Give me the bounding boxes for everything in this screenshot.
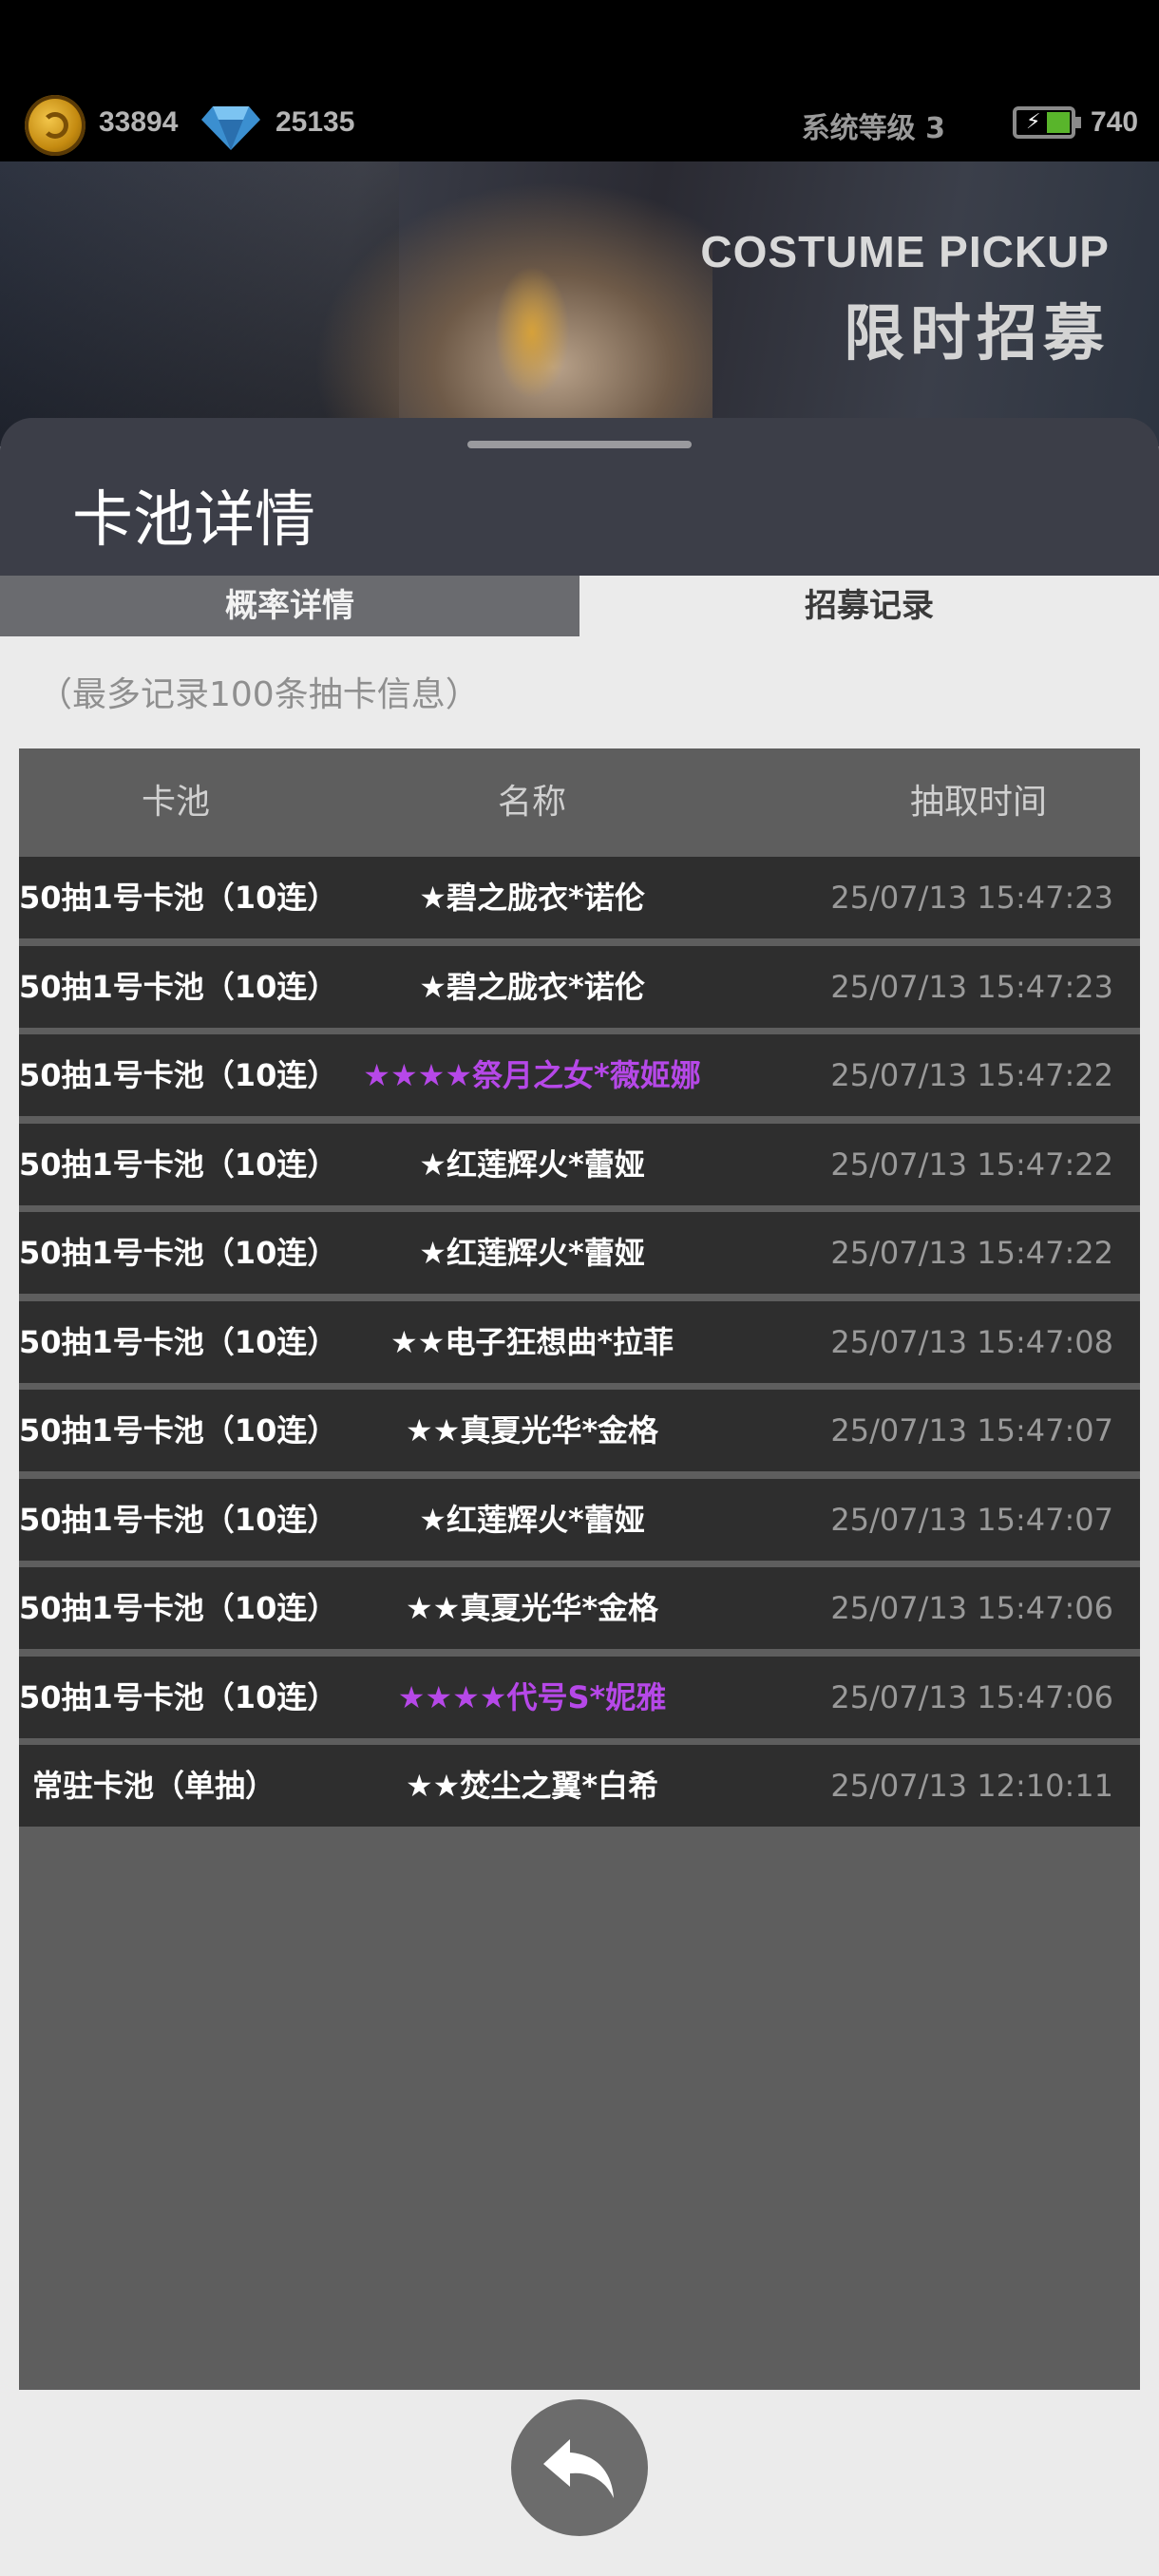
row-name: ★★★★祭月之女*薇姬娜 <box>363 1057 701 1093</box>
row-name: ★★★★代号S*妮雅 <box>397 1678 667 1715</box>
row-name: ★★真夏光华*金格 <box>405 1412 659 1449</box>
row-pool: 50抽1号卡池（10连） <box>19 968 338 1005</box>
row-time: 25/07/13 15:47:23 <box>830 968 1113 1005</box>
row-name: ★★真夏光华*金格 <box>405 1590 659 1626</box>
banner-title-cn: 限时招募 <box>844 299 1110 369</box>
table-row: 常驻卡池（单抽） ★★焚尘之翼*白希 25/07/13 12:10:11 <box>19 1745 1140 1827</box>
row-time: 25/07/13 15:47:07 <box>830 1501 1113 1538</box>
row-time: 25/07/13 12:10:11 <box>830 1768 1113 1804</box>
row-time: 25/07/13 15:47:07 <box>830 1412 1113 1449</box>
table-row: 50抽1号卡池（10连） ★红莲辉火*蕾娅 25/07/13 15:47:22 <box>19 1123 1140 1205</box>
records-table: 卡池 名称 抽取时间 50抽1号卡池（10连） ★碧之胧衣*诺伦 25/07/13 … <box>19 748 1140 2390</box>
header-time: 抽取时间 <box>909 783 1047 822</box>
row-name: ★碧之胧衣*诺伦 <box>419 880 645 916</box>
header-pool: 卡池 <box>141 783 210 822</box>
row-name: ★红莲辉火*蕾娅 <box>419 1146 645 1183</box>
table-row: 50抽1号卡池（10连） ★★★★代号S*妮雅 25/07/13 15:47:06 <box>19 1656 1140 1738</box>
row-name: ★红莲辉火*蕾娅 <box>419 1501 645 1538</box>
row-time: 25/07/13 15:47:08 <box>830 1323 1113 1360</box>
gem-icon <box>201 106 260 150</box>
row-time: 25/07/13 15:47:23 <box>830 880 1113 916</box>
row-pool: 50抽1号卡池（10连） <box>19 1678 338 1715</box>
row-pool: 50抽1号卡池（10连） <box>19 1501 338 1538</box>
row-name: ★碧之胧衣*诺伦 <box>419 968 645 1005</box>
drag-handle[interactable] <box>467 441 692 448</box>
coin-count: 33894 <box>99 106 179 138</box>
table-row: 50抽1号卡池（10连） ★★★★祭月之女*薇姬娜 25/07/13 15:47:2… <box>19 1034 1140 1116</box>
banner-glow <box>494 266 570 399</box>
system-level: 系统等级 3 <box>801 112 945 145</box>
tab-records[interactable]: 招募记录 <box>580 576 1159 636</box>
gem-count: 25135 <box>276 106 355 138</box>
row-time: 25/07/13 15:47:22 <box>830 1057 1113 1093</box>
record-limit-hint: （最多记录100条抽卡信息） <box>38 675 480 714</box>
row-name: ★★焚尘之翼*白希 <box>405 1768 659 1804</box>
row-pool: 常驻卡池（单抽） <box>32 1768 276 1804</box>
table-row: 50抽1号卡池（10连） ★碧之胧衣*诺伦 25/07/13 15:47:23 <box>19 945 1140 1028</box>
row-pool: 50抽1号卡池（10连） <box>19 1057 338 1093</box>
table-header: 卡池 名称 抽取时间 <box>19 748 1140 857</box>
row-pool: 50抽1号卡池（10连） <box>19 880 338 916</box>
row-time: 25/07/13 15:47:06 <box>830 1590 1113 1626</box>
row-pool: 50抽1号卡池（10连） <box>19 1412 338 1449</box>
row-pool: 50抽1号卡池（10连） <box>19 1146 338 1183</box>
banner-title-en: COSTUME PICKUP <box>700 227 1110 276</box>
tab-bar: 概率详情 招募记录 <box>0 576 1159 636</box>
row-name: ★红莲辉火*蕾娅 <box>419 1235 645 1271</box>
table-row: 50抽1号卡池（10连） ★★电子狂想曲*拉菲 25/07/13 15:47:08 <box>19 1300 1140 1383</box>
row-pool: 50抽1号卡池（10连） <box>19 1323 338 1360</box>
energy-count: 740 <box>1091 106 1139 138</box>
pool-details-header: 卡池详情 <box>0 418 1159 576</box>
tab-probability[interactable]: 概率详情 <box>0 576 580 636</box>
table-row: 50抽1号卡池（10连） ★★真夏光华*金格 25/07/13 15:47:07 <box>19 1390 1140 1471</box>
row-time: 25/07/13 15:47:06 <box>830 1678 1113 1715</box>
table-row: 50抽1号卡池（10连） ★碧之胧衣*诺伦 25/07/13 15:47:23 <box>19 857 1140 938</box>
row-time: 25/07/13 15:47:22 <box>830 1235 1113 1271</box>
pickup-banner: COSTUME PICKUP 限时招募 <box>0 161 1159 446</box>
row-time: 25/07/13 15:47:22 <box>830 1146 1113 1183</box>
coin-icon <box>25 95 86 156</box>
page-title: 卡池详情 <box>72 485 315 556</box>
table-row: 50抽1号卡池（10连） ★★真夏光华*金格 25/07/13 15:47:06 <box>19 1567 1140 1649</box>
back-arrow-icon <box>543 2439 614 2498</box>
header-name: 名称 <box>497 783 566 822</box>
row-pool: 50抽1号卡池（10连） <box>19 1590 338 1626</box>
row-name: ★★电子狂想曲*拉菲 <box>390 1323 674 1360</box>
status-bar: 33894 25135 系统等级 3 ⚡ 740 <box>0 0 1159 161</box>
table-row: 50抽1号卡池（10连） ★红莲辉火*蕾娅 25/07/13 15:47:07 <box>19 1478 1140 1561</box>
battery-icon: ⚡ <box>1013 106 1081 139</box>
row-pool: 50抽1号卡池（10连） <box>19 1235 338 1271</box>
back-button[interactable] <box>511 2399 648 2536</box>
table-row: 50抽1号卡池（10连） ★红莲辉火*蕾娅 25/07/13 15:47:22 <box>19 1212 1140 1294</box>
